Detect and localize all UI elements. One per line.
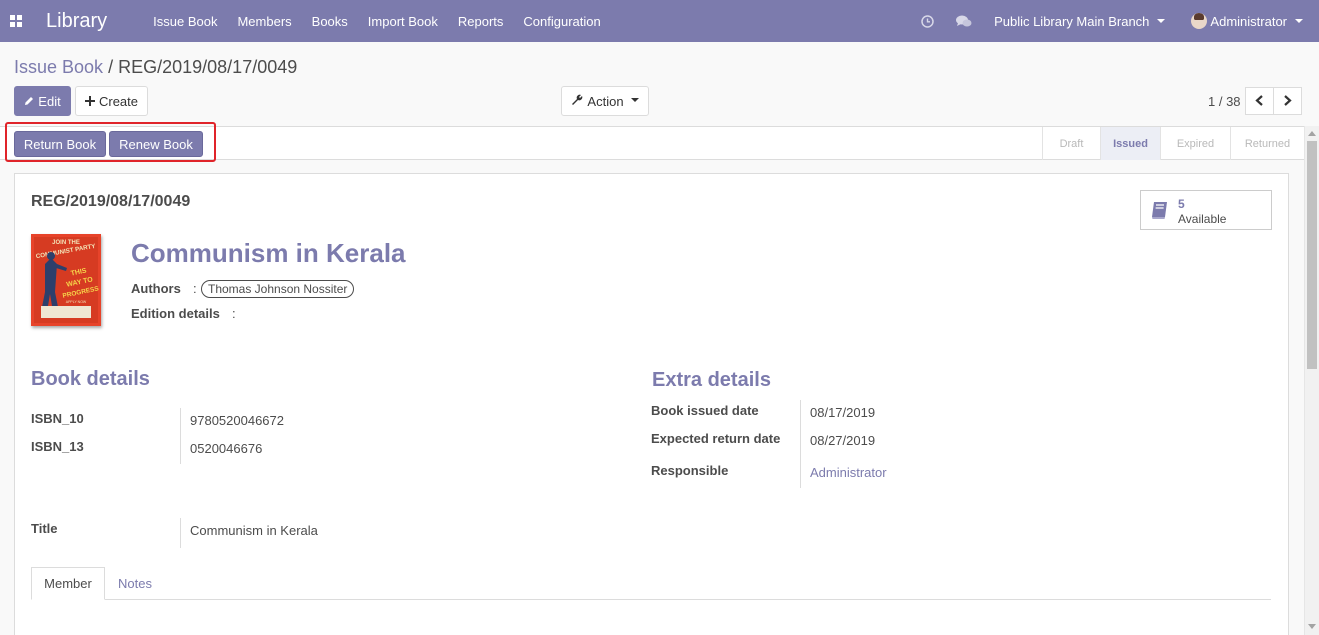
field-divider (180, 518, 181, 548)
pencil-icon (24, 94, 34, 109)
menu-item-books[interactable]: Books (312, 14, 348, 29)
cover-line6: APPLY NOW (66, 300, 87, 304)
issued-date-value[interactable]: 08/17/2019 (810, 405, 875, 420)
stage-returned[interactable]: Returned (1230, 127, 1304, 160)
breadcrumb-parent[interactable]: Issue Book (14, 57, 103, 77)
plus-icon (84, 94, 95, 109)
menu-item-issue-book[interactable]: Issue Book (153, 14, 217, 29)
action-label: Action (587, 93, 624, 109)
title-label: Title (31, 521, 58, 536)
avatar (1191, 13, 1208, 29)
return-date-value[interactable]: 08/27/2019 (810, 433, 875, 448)
scroll-up-arrow-icon[interactable] (1308, 131, 1316, 136)
isbn13-label: ISBN_13 (31, 439, 84, 454)
cover-line1: JOIN THE (52, 240, 80, 246)
tab-member[interactable]: Member (31, 567, 105, 600)
status-stages: Draft Issued Expired Returned (1042, 127, 1304, 160)
field-divider (800, 400, 801, 488)
edit-button-label: Edit (38, 93, 61, 109)
return-book-button[interactable]: Return Book (14, 131, 106, 157)
author-tag[interactable]: Thomas Johnson Nossiter (201, 280, 355, 298)
authors-colon: : (193, 281, 197, 296)
breadcrumb-separator: / (108, 57, 114, 77)
book-details-heading: Book details (31, 368, 150, 390)
book-icon (1150, 200, 1170, 223)
isbn13-value[interactable]: 0520046676 (190, 441, 262, 456)
responsible-label: Responsible (651, 463, 729, 478)
action-dropdown[interactable]: Action (561, 86, 649, 116)
menu-item-import-book[interactable]: Import Book (368, 14, 438, 29)
tab-notes[interactable]: Notes (106, 567, 164, 600)
renew-book-button[interactable]: Renew Book (109, 131, 203, 157)
breadcrumb-current: REG/2019/08/17/0049 (118, 57, 298, 77)
field-divider (180, 408, 181, 464)
isbn10-label: ISBN_10 (31, 411, 84, 426)
edition-details-colon: : (232, 306, 236, 321)
issued-date-label: Book issued date (651, 403, 759, 418)
page-scrollbar[interactable] (1304, 126, 1319, 635)
app-title[interactable]: Library (46, 10, 107, 33)
return-date-label: Expected return date (651, 431, 781, 446)
navbar-right: Public Library Main Branch Administrator (921, 0, 1319, 42)
menu-item-members[interactable]: Members (237, 14, 291, 29)
chat-icon[interactable] (956, 15, 972, 28)
clock-icon[interactable] (921, 14, 934, 28)
scroll-thumb[interactable] (1307, 141, 1317, 369)
menu-item-configuration[interactable]: Configuration (523, 14, 600, 29)
scroll-down-arrow-icon[interactable] (1308, 624, 1316, 629)
create-button[interactable]: Create (75, 86, 148, 116)
pager-previous-button[interactable] (1245, 87, 1274, 115)
create-button-label: Create (98, 93, 139, 109)
chevron-down-icon (630, 97, 639, 102)
top-navbar: Library Issue Book Members Books Import … (0, 0, 1319, 42)
book-cover-image[interactable]: JOIN THE COMMUNIST PARTY THIS WAY TO PRO… (31, 234, 101, 326)
user-menu[interactable]: Administrator (1191, 13, 1303, 29)
title-value[interactable]: Communism in Kerala (190, 523, 318, 538)
edit-button[interactable]: Edit (14, 86, 71, 116)
chevron-down-icon (1157, 19, 1166, 23)
breadcrumb: Issue Book / REG/2019/08/17/0049 (14, 57, 297, 78)
main-menu: Issue Book Members Books Import Book Rep… (153, 14, 621, 29)
branch-selector[interactable]: Public Library Main Branch (994, 13, 1166, 29)
pager-next-button[interactable] (1273, 87, 1302, 115)
chevron-left-icon (1255, 94, 1264, 109)
chevron-down-icon (1295, 19, 1303, 23)
stage-draft[interactable]: Draft (1042, 127, 1100, 160)
authors-label: Authors (131, 281, 181, 296)
book-title-heading: Communism in Kerala (131, 238, 406, 268)
wrench-icon (571, 94, 583, 109)
chevron-right-icon (1283, 94, 1292, 109)
stage-issued[interactable]: Issued (1100, 127, 1160, 160)
record-reference: REG/2019/08/17/0049 (31, 193, 191, 210)
tabs-divider (31, 599, 1271, 600)
edition-details-label: Edition details (131, 306, 220, 321)
user-name: Administrator (1210, 13, 1287, 29)
responsible-link[interactable]: Administrator (810, 465, 887, 480)
available-label: Available (1178, 212, 1227, 226)
available-count: 5 (1178, 197, 1185, 211)
stage-expired[interactable]: Expired (1160, 127, 1230, 160)
pager-counter: 1 / 38 (1208, 94, 1241, 109)
branch-label: Public Library Main Branch (994, 13, 1150, 29)
apps-icon[interactable] (2, 0, 30, 42)
available-smart-button[interactable]: 5 Available (1140, 190, 1272, 230)
menu-item-reports[interactable]: Reports (458, 14, 504, 29)
isbn10-value[interactable]: 9780520046672 (190, 413, 284, 428)
extra-details-heading: Extra details (652, 369, 771, 391)
